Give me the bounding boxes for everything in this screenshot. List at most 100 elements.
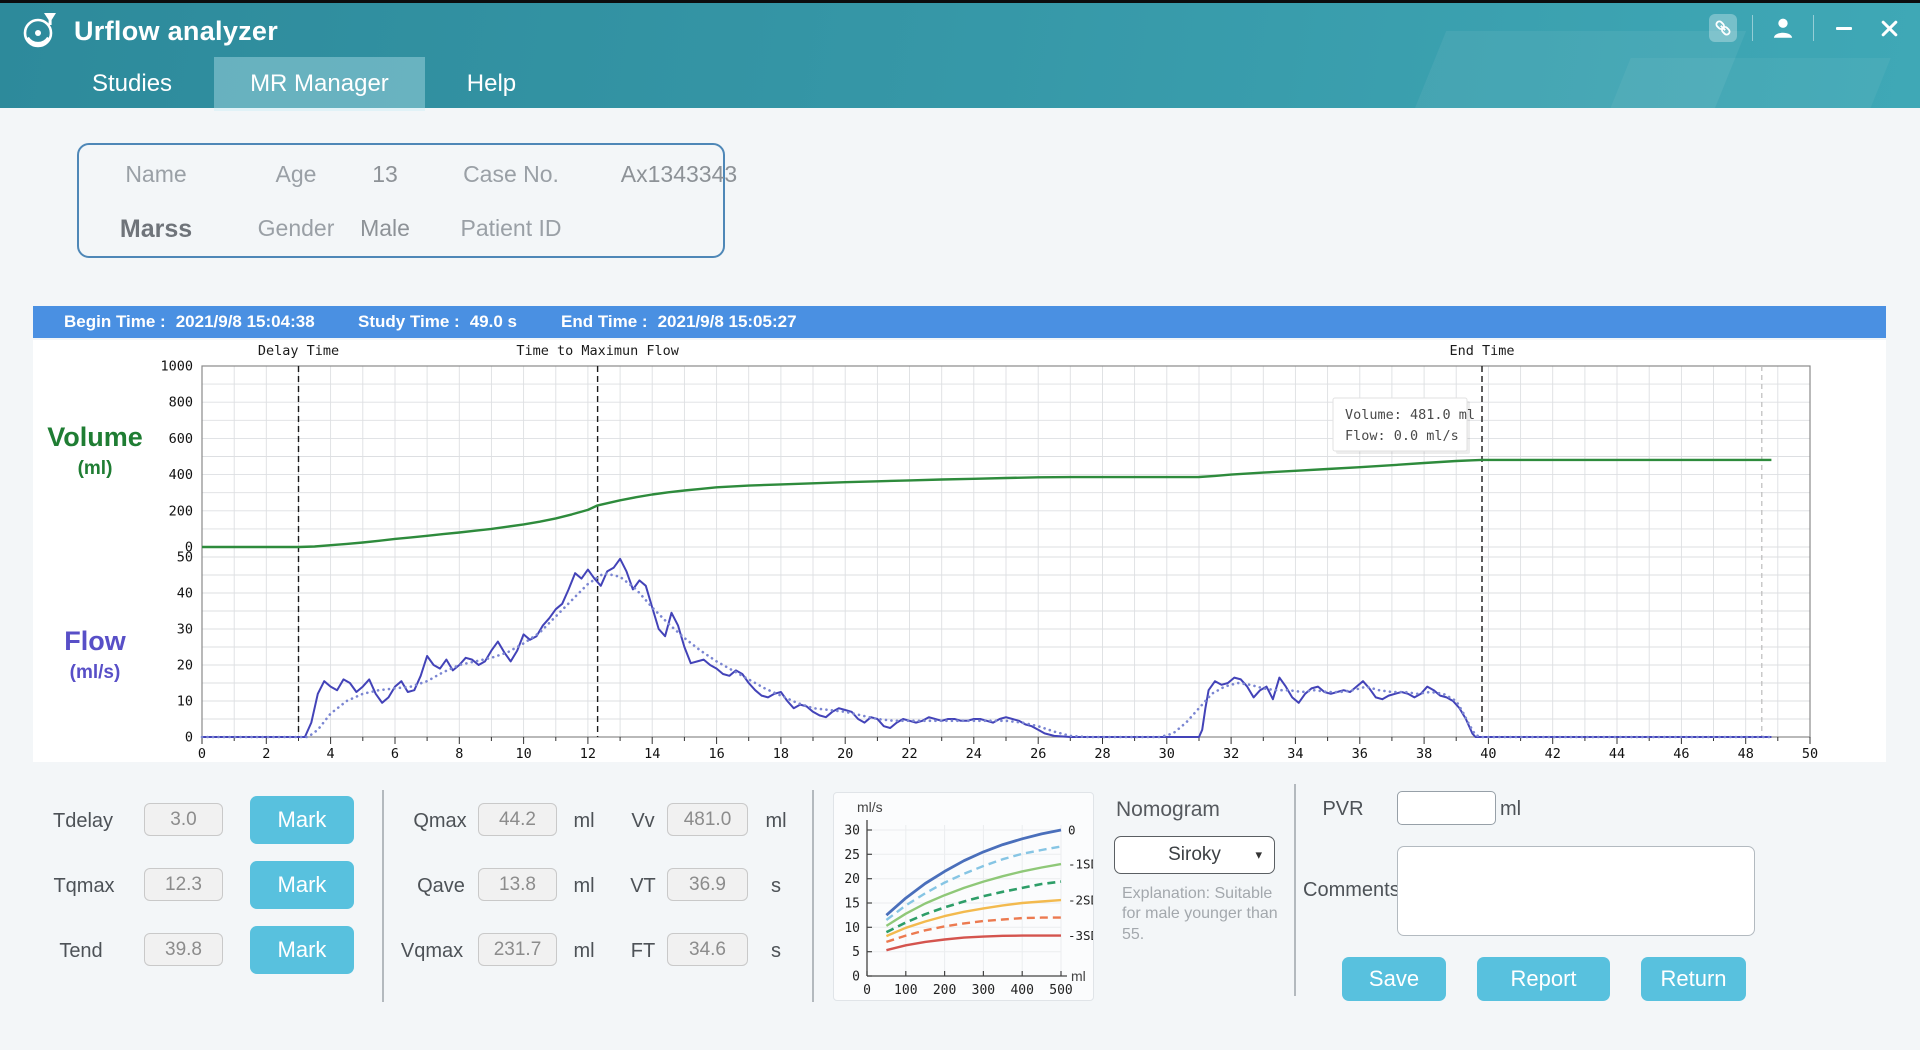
patient-name-label: Name — [125, 161, 187, 187]
svg-text:30: 30 — [1159, 746, 1175, 762]
svg-text:500: 500 — [1049, 983, 1072, 998]
section-divider — [812, 790, 814, 1002]
results-panel: Tdelay Mark Tqmax Mark Tend Mark Qmax ml… — [0, 762, 1920, 1050]
comments-input[interactable] — [1397, 846, 1755, 936]
close-button[interactable] — [1874, 13, 1904, 43]
svg-text:ml/s: ml/s — [857, 799, 883, 815]
user-button[interactable] — [1768, 13, 1798, 43]
svg-text:200: 200 — [169, 503, 193, 519]
qave-input[interactable] — [478, 868, 557, 901]
app-title: Urflow analyzer — [74, 15, 279, 46]
svg-text:Volume: Volume — [47, 422, 143, 452]
tdelay-label: Tdelay — [52, 810, 114, 832]
menu-help[interactable]: Help — [431, 57, 552, 111]
vqmax-label: Vqmax — [400, 940, 464, 962]
nomogram-select[interactable]: Siroky ▾ — [1114, 836, 1275, 874]
end-time-value: 2021/9/8 15:05:27 — [657, 312, 797, 331]
tdelay-mark-button[interactable]: Mark — [250, 796, 354, 844]
vqmax-unit: ml — [573, 940, 595, 962]
window-controls — [1709, 13, 1904, 43]
link-icon — [1715, 20, 1731, 36]
svg-text:14: 14 — [644, 746, 660, 762]
patient-case-value: Ax1343343 — [620, 161, 738, 187]
svg-text:24: 24 — [966, 746, 982, 762]
minimize-button[interactable] — [1829, 13, 1859, 43]
svg-text:Time to Maximun Flow: Time to Maximun Flow — [516, 343, 679, 359]
patient-gender-label: Gender — [257, 215, 335, 241]
svg-text:22: 22 — [901, 746, 917, 762]
begin-time: Begin Time : 2021/9/8 15:04:38 — [64, 306, 315, 338]
svg-text:100: 100 — [894, 983, 917, 998]
svg-text:38: 38 — [1416, 746, 1432, 762]
svg-text:-1SD: -1SD — [1068, 857, 1093, 872]
svg-text:0: 0 — [852, 970, 860, 985]
minimize-icon — [1836, 26, 1852, 30]
svg-text:Delay Time: Delay Time — [258, 343, 339, 359]
end-time-label: End Time : — [561, 312, 648, 331]
section-divider — [382, 790, 384, 1002]
svg-text:Volume: 481.0 ml: Volume: 481.0 ml — [1345, 407, 1475, 423]
svg-text:36: 36 — [1352, 746, 1368, 762]
study-time-label: Study Time : — [358, 312, 460, 331]
tqmax-mark-button[interactable]: Mark — [250, 861, 354, 909]
user-icon — [1773, 18, 1793, 38]
svg-text:50: 50 — [1802, 746, 1818, 762]
vv-label: Vv — [631, 810, 655, 832]
qave-label: Qave — [417, 875, 465, 897]
tdelay-input[interactable] — [144, 803, 223, 836]
tend-mark-button[interactable]: Mark — [250, 926, 354, 974]
tqmax-label: Tqmax — [53, 875, 115, 897]
tqmax-input[interactable] — [144, 868, 223, 901]
svg-text:-2SD: -2SD — [1068, 893, 1093, 908]
tend-input[interactable] — [144, 933, 223, 966]
vv-input[interactable] — [667, 803, 748, 836]
patient-age-label: Age — [275, 161, 317, 187]
patient-id-label: Patient ID — [460, 215, 562, 241]
uroflow-chart-svg: 10008006004002000504030201000 2 4 6 8 10 12 14 1… — [47, 343, 1818, 762]
qmax-input[interactable] — [478, 803, 557, 836]
nomogram-chart-svg: 0510152025300100200300400500ml/sml0-1SD-… — [844, 799, 1098, 998]
svg-text:16: 16 — [708, 746, 724, 762]
patient-name-value: Marss — [119, 215, 193, 243]
svg-text:32: 32 — [1223, 746, 1239, 762]
svg-text:Flow: 0.0 ml/s: Flow: 0.0 ml/s — [1345, 428, 1459, 444]
pvr-label: PVR — [1322, 798, 1364, 820]
qmax-label: Qmax — [413, 810, 467, 832]
qmax-unit: ml — [573, 810, 595, 832]
link-button[interactable] — [1709, 14, 1737, 42]
menu-mr-manager[interactable]: MR Manager — [214, 57, 425, 111]
svg-text:1000: 1000 — [160, 359, 193, 375]
vv-unit: ml — [765, 810, 787, 832]
vt-input[interactable] — [667, 868, 748, 901]
report-button[interactable]: Report — [1477, 957, 1610, 1001]
ft-label: FT — [630, 940, 656, 962]
return-button[interactable]: Return — [1641, 957, 1746, 1001]
vt-unit: s — [771, 875, 781, 897]
menu-studies[interactable]: Studies — [56, 57, 208, 111]
svg-text:10: 10 — [177, 694, 193, 710]
pvr-input[interactable] — [1397, 791, 1496, 825]
nomogram-label: Nomogram — [1116, 798, 1220, 821]
qave-unit: ml — [573, 875, 595, 897]
svg-text:50: 50 — [177, 550, 193, 566]
vqmax-input[interactable] — [478, 933, 557, 966]
caret-down-icon: ▾ — [1255, 847, 1262, 862]
svg-text:-3SD: -3SD — [1068, 928, 1093, 943]
begin-time-value: 2021/9/8 15:04:38 — [175, 312, 315, 331]
svg-text:4: 4 — [327, 746, 335, 762]
svg-text:30: 30 — [177, 622, 193, 638]
pvr-unit: ml — [1500, 798, 1522, 820]
begin-time-label: Begin Time : — [64, 312, 166, 331]
nomogram-selected-value: Siroky — [1168, 844, 1221, 865]
study-time: Study Time : 49.0 s — [358, 306, 517, 338]
svg-text:44: 44 — [1609, 746, 1625, 762]
svg-text:42: 42 — [1545, 746, 1561, 762]
svg-text:Flow: Flow — [64, 626, 126, 656]
save-button[interactable]: Save — [1342, 957, 1446, 1001]
patient-age-value: 13 — [372, 161, 398, 187]
uroflow-chart[interactable]: 1000 800 600 400 200 0 50 40 30 20 10 0 0 2 4 6 8 10 12 14 1… — [33, 340, 1886, 762]
svg-text:30: 30 — [844, 824, 860, 839]
end-time: End Time : 2021/9/8 15:05:27 — [561, 306, 797, 338]
study-time-value: 49.0 s — [469, 312, 517, 331]
ft-input[interactable] — [667, 933, 748, 966]
